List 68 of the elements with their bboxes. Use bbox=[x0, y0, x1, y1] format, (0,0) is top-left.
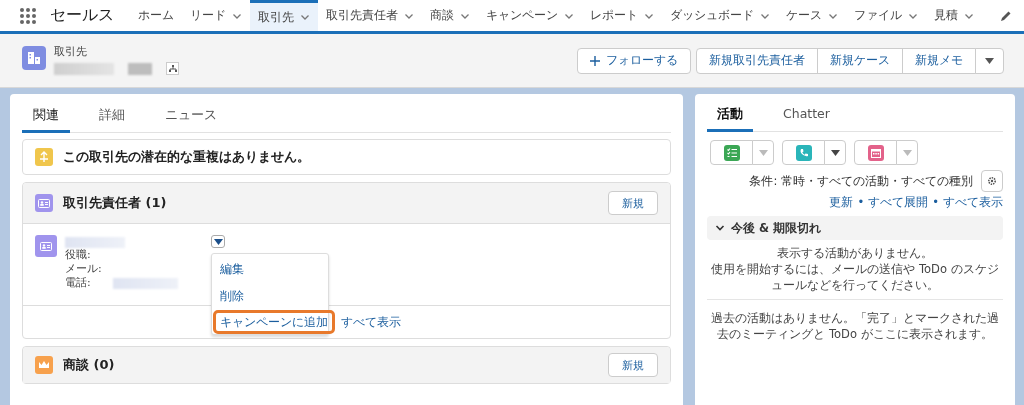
plus-icon bbox=[590, 55, 600, 66]
object-type-label: 取引先 bbox=[54, 44, 88, 59]
checklist-icon bbox=[723, 144, 740, 161]
task-button[interactable] bbox=[710, 140, 753, 165]
field-label: 役職: bbox=[65, 248, 91, 262]
section-title: 商談 (0) bbox=[63, 356, 115, 374]
building-icon bbox=[22, 46, 46, 70]
merge-icon bbox=[35, 148, 53, 166]
menu-item[interactable]: 削除 bbox=[212, 284, 252, 311]
contact-card-icon bbox=[35, 194, 53, 212]
blurred-name bbox=[65, 237, 125, 248]
action-button[interactable]: 新規ケース bbox=[817, 47, 903, 74]
tab[interactable]: 活動 bbox=[707, 99, 753, 132]
chevron-down-icon[interactable] bbox=[715, 223, 725, 233]
nav-tab[interactable]: レポート bbox=[582, 0, 662, 31]
tab[interactable]: Chatter bbox=[773, 99, 840, 132]
new-button[interactable]: 新規 bbox=[608, 353, 658, 377]
blurred-name bbox=[128, 62, 152, 75]
empty-message: 過去の活動はありません。「完了」とマークされた過去のミーティングと ToDo がここに表示されます。 bbox=[707, 299, 1003, 352]
event-button[interactable] bbox=[854, 140, 897, 165]
action-button[interactable]: 新規取引先責任者 bbox=[696, 47, 818, 74]
menu-item[interactable]: キャンペーンに追加 bbox=[216, 313, 332, 331]
contact-card-icon bbox=[35, 235, 57, 257]
phone-icon bbox=[795, 144, 812, 161]
nav-tab[interactable]: キャンペーン bbox=[478, 0, 582, 31]
link[interactable]: すべて展開 bbox=[868, 195, 929, 210]
caret-down-icon[interactable] bbox=[985, 57, 994, 64]
separator-dot: • bbox=[857, 195, 865, 210]
menu-item[interactable]: 編集 bbox=[212, 257, 252, 284]
section-title: 取引先責任者 (1) bbox=[63, 194, 167, 212]
separator-dot: • bbox=[932, 195, 939, 210]
blurred-value bbox=[112, 277, 178, 289]
nav-tab[interactable]: ファイル bbox=[846, 0, 926, 31]
app-name: セールス bbox=[50, 5, 114, 26]
tab[interactable]: 詳細 bbox=[88, 99, 136, 133]
link[interactable]: 更新 bbox=[829, 195, 854, 210]
field-label: 電話: bbox=[65, 276, 91, 290]
tab[interactable]: ニュース bbox=[154, 99, 228, 133]
action-button[interactable]: 新規メモ bbox=[902, 47, 976, 74]
nav-tab[interactable]: ダッシュボード bbox=[662, 0, 778, 31]
empty-message: 使用を開始するには、メールの送信や ToDo のスケジュールなどを行ってください。 bbox=[711, 261, 999, 293]
pencil-icon[interactable] bbox=[1000, 9, 1012, 22]
notice-text: この取引先の潜在的な重複はありません。 bbox=[63, 148, 310, 166]
nav-tab[interactable]: ホーム bbox=[130, 0, 182, 31]
dropdown-button[interactable] bbox=[824, 140, 846, 165]
view-all-link[interactable]: すべて表示 bbox=[341, 314, 401, 330]
follow-button[interactable]: フォローする bbox=[577, 47, 691, 74]
nav-tab[interactable]: 見積 bbox=[926, 0, 982, 31]
more-actions-button[interactable] bbox=[975, 47, 1004, 74]
link[interactable]: すべて表示 bbox=[943, 195, 1003, 210]
caret-down-icon[interactable] bbox=[830, 149, 840, 156]
nav-tab[interactable]: 取引先責任者 bbox=[318, 0, 422, 31]
section-header[interactable]: 今後 & 期限切れ bbox=[707, 216, 1003, 240]
empty-message: 表示する活動がありません。 bbox=[776, 245, 934, 261]
new-button[interactable]: 新規 bbox=[608, 191, 658, 215]
hierarchy-icon[interactable] bbox=[166, 62, 179, 75]
settings-icon[interactable] bbox=[981, 170, 1003, 192]
filter-text: 条件: 常時・すべての活動・すべての種別 bbox=[749, 173, 973, 189]
field-label: メール: bbox=[65, 262, 102, 276]
nav-tab[interactable]: ケース bbox=[778, 0, 846, 31]
app-launcher-icon[interactable] bbox=[20, 7, 36, 24]
nav-tab[interactable]: 取引先 bbox=[250, 0, 318, 31]
tab[interactable]: 関連 bbox=[22, 99, 70, 133]
blurred-name bbox=[54, 62, 114, 75]
crown-icon bbox=[35, 356, 53, 374]
nav-tab[interactable]: リード bbox=[182, 0, 250, 31]
nav-tab[interactable]: 商談 bbox=[422, 0, 478, 31]
calendar-icon bbox=[867, 144, 884, 161]
